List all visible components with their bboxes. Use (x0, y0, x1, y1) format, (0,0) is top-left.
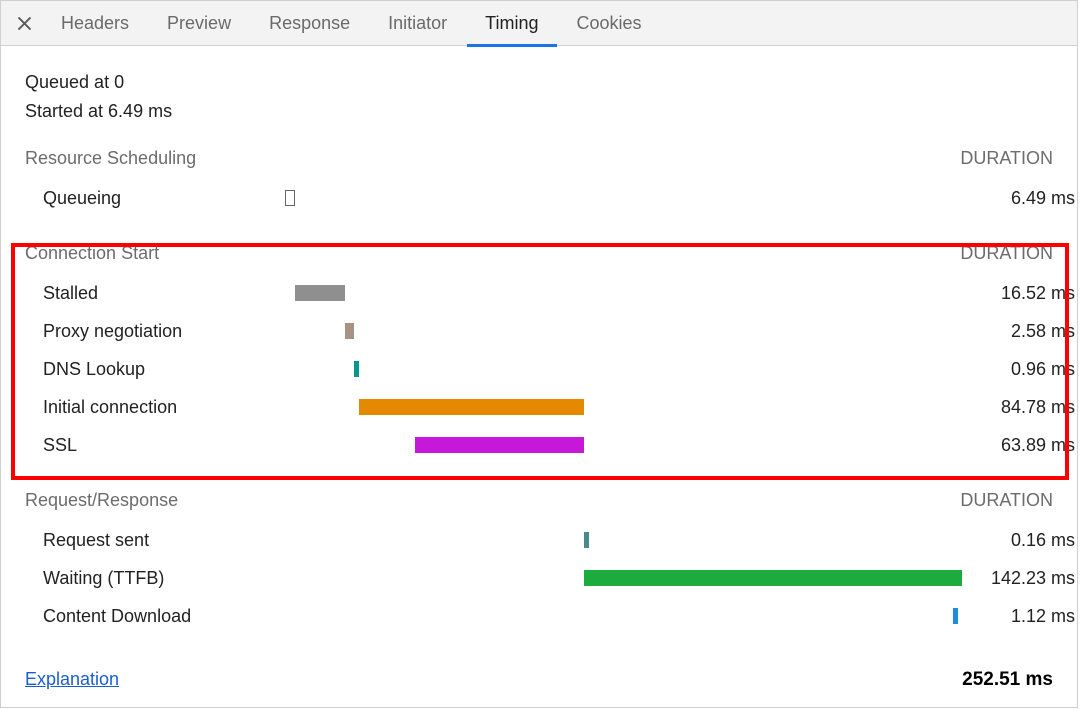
timing-row-label: SSL (25, 435, 285, 456)
tab-timing[interactable]: Timing (467, 1, 556, 46)
timing-bar (584, 570, 961, 586)
timing-bar (354, 361, 359, 377)
timing-row-duration: 2.58 ms (955, 321, 1075, 342)
total-duration: 252.51 ms (962, 669, 1053, 691)
explanation-link[interactable]: Explanation (25, 669, 119, 690)
timing-row: Stalled16.52 ms (25, 274, 1053, 312)
section-request-response: Request/Response DURATION Request sent0.… (25, 490, 1053, 635)
timing-row-label: Request sent (25, 530, 285, 551)
timing-row: Queueing6.49 ms (25, 179, 1053, 217)
timing-row: Content Download1.12 ms (25, 597, 1053, 635)
tab-headers[interactable]: Headers (43, 1, 147, 46)
timing-bar-track (285, 397, 955, 417)
timing-row-duration: 142.23 ms (955, 568, 1075, 589)
section-title: Connection Start (25, 243, 159, 264)
timing-bar-track (285, 321, 955, 341)
timing-row: SSL63.89 ms (25, 426, 1053, 464)
section-connection-start: Connection Start DURATION Stalled16.52 m… (25, 243, 1053, 464)
section-title: Resource Scheduling (25, 148, 196, 169)
timing-bar-track (285, 359, 955, 379)
timing-row-duration: 0.16 ms (955, 530, 1075, 551)
section-title: Request/Response (25, 490, 178, 511)
timing-row-duration: 6.49 ms (955, 188, 1075, 209)
timing-row-label: Proxy negotiation (25, 321, 285, 342)
timing-bar (415, 437, 585, 453)
timing-bar (584, 532, 588, 548)
timing-bar-track (285, 283, 955, 303)
timing-row-label: Initial connection (25, 397, 285, 418)
timing-row-label: Queueing (25, 188, 285, 209)
timing-bar-track (285, 435, 955, 455)
section-resource-scheduling: Resource Scheduling DURATION Queueing6.4… (25, 148, 1053, 217)
tab-cookies[interactable]: Cookies (559, 1, 660, 46)
duration-header: DURATION (960, 490, 1053, 511)
tab-response[interactable]: Response (251, 1, 368, 46)
timing-bar (359, 399, 584, 415)
tab-bar: HeadersPreviewResponseInitiatorTimingCoo… (1, 1, 1077, 46)
timing-row-label: DNS Lookup (25, 359, 285, 380)
timing-row-duration: 63.89 ms (955, 435, 1075, 456)
queued-at-text: Queued at 0 (25, 72, 1053, 93)
close-icon[interactable] (7, 6, 41, 40)
timing-row: Request sent0.16 ms (25, 521, 1053, 559)
timing-bar (345, 323, 354, 339)
timing-row: DNS Lookup0.96 ms (25, 350, 1053, 388)
duration-header: DURATION (960, 148, 1053, 169)
tab-preview[interactable]: Preview (149, 1, 249, 46)
timing-row: Proxy negotiation2.58 ms (25, 312, 1053, 350)
timing-row-label: Waiting (TTFB) (25, 568, 285, 589)
timing-row-label: Stalled (25, 283, 285, 304)
timing-bar-track (285, 568, 955, 588)
timing-bar (285, 190, 295, 206)
timing-row-duration: 16.52 ms (955, 283, 1075, 304)
timing-bar (295, 285, 345, 301)
timing-bar-track (285, 530, 955, 550)
started-at-text: Started at 6.49 ms (25, 101, 1053, 122)
timing-row: Initial connection84.78 ms (25, 388, 1053, 426)
timing-panel: HeadersPreviewResponseInitiatorTimingCoo… (0, 0, 1078, 708)
timing-bar (953, 608, 958, 624)
timing-row-label: Content Download (25, 606, 285, 627)
timing-row: Waiting (TTFB)142.23 ms (25, 559, 1053, 597)
timing-content: Queued at 0 Started at 6.49 ms Resource … (1, 46, 1077, 635)
timing-row-duration: 1.12 ms (955, 606, 1075, 627)
timing-bar-track (285, 188, 955, 208)
timing-row-duration: 84.78 ms (955, 397, 1075, 418)
timing-bar-track (285, 606, 955, 626)
timing-row-duration: 0.96 ms (955, 359, 1075, 380)
footer: Explanation 252.51 ms (25, 669, 1053, 691)
tab-initiator[interactable]: Initiator (370, 1, 465, 46)
duration-header: DURATION (960, 243, 1053, 264)
